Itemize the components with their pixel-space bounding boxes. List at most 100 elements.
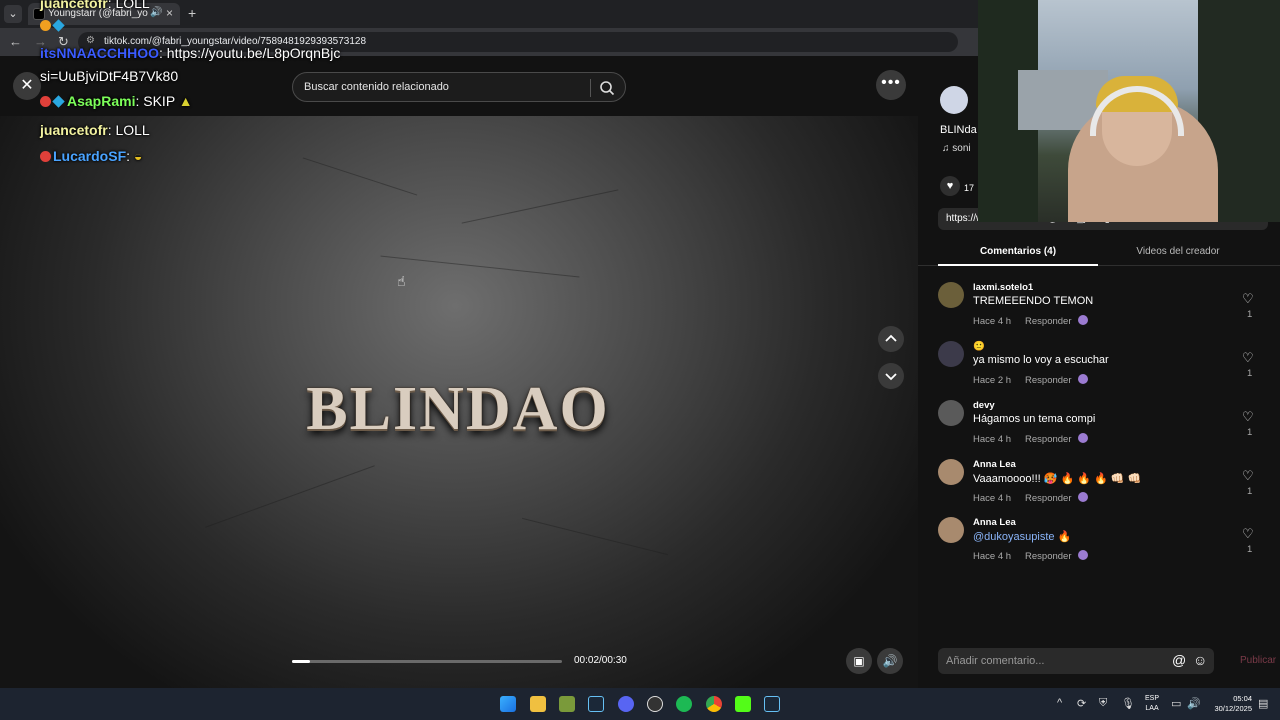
creator-name[interactable]: BLINda	[940, 124, 977, 136]
tab-comments[interactable]: Comentarios (4)	[938, 240, 1098, 266]
creator-liked-avatar	[1077, 374, 1088, 384]
avatar[interactable]	[938, 400, 964, 426]
creator-liked-avatar	[1077, 433, 1088, 443]
diamond-badge-icon	[52, 95, 65, 108]
reply-button[interactable]: Responder	[1025, 316, 1071, 327]
reply-button[interactable]: Responder	[1025, 434, 1071, 445]
security-icon[interactable]: ⛨	[1099, 697, 1107, 710]
mouse-cursor-icon: ☝	[397, 273, 406, 289]
steam-icon[interactable]	[588, 696, 604, 712]
avatar[interactable]	[938, 517, 964, 543]
comment-item: devy Hágamos un tema compi Hace 4 h Respo…	[938, 400, 1268, 454]
chat-message: itsNNAACCHHOO: https://youtu.be/L8pOrqnB…	[40, 45, 341, 61]
comment-like-count: 1	[1247, 486, 1253, 497]
network-icon[interactable]: ▭	[1171, 697, 1181, 710]
comment-item: laxmi.sotelo1 TREMEEENDO TEMON Hace 4 hR…	[938, 282, 1268, 336]
creator-avatar[interactable]	[940, 86, 968, 114]
microphone-icon[interactable]: 🎙	[1121, 697, 1135, 710]
steam-icon[interactable]	[764, 696, 780, 712]
volume-icon[interactable]: 🔊	[877, 648, 903, 674]
emoji-icon[interactable]: ☺	[1193, 652, 1207, 668]
spotify-icon[interactable]	[676, 696, 692, 712]
add-comment-input[interactable]	[938, 648, 1158, 674]
volume-icon[interactable]: 🔊	[1187, 697, 1201, 710]
discord-icon[interactable]	[618, 696, 634, 712]
chrome-icon[interactable]	[706, 696, 722, 712]
chat-message-continuation: si=UuBjviDtF4B7Vk80	[40, 68, 179, 84]
miniplayer-icon[interactable]: ▣	[846, 648, 872, 674]
mod-badge-icon	[40, 96, 51, 107]
next-video-button[interactable]	[878, 363, 904, 389]
video-frame[interactable]: BLINDAO	[0, 116, 918, 688]
comment-text: Vaaamoooo!!! 🥵 🔥 🔥 🔥 👊🏻 👊🏻	[973, 473, 1142, 485]
comment-item: Anna Lea @dukoyasupiste 🔥 Hace 4 h Respon…	[938, 517, 1268, 571]
mod-badge-icon	[40, 151, 51, 162]
sound-link[interactable]: ♫ soni	[942, 143, 971, 154]
comment-meta: Hace 2 h Responder	[973, 374, 1088, 386]
comment-like-count: 1	[1247, 309, 1253, 320]
more-options-button[interactable]: •••	[876, 70, 906, 100]
sync-icon[interactable]: ⟳	[1077, 697, 1086, 710]
notification-icon[interactable]: ▤	[1258, 697, 1268, 710]
comment-meta: Hace 4 h Responder	[973, 492, 1088, 504]
chat-badges	[40, 17, 67, 33]
windows-taskbar: ^ ⟳ ⛨ 🎙 ESP LAA ▭ 🔊 05:04 30/12/2025 ▤	[0, 688, 1280, 720]
minecraft-icon[interactable]	[559, 696, 575, 712]
comment-item: Anna Lea Vaaamoooo!!! 🥵 🔥 🔥 🔥 👊🏻 👊🏻 Hace…	[938, 459, 1268, 513]
avatar[interactable]	[938, 282, 964, 308]
chat-message: LucardoSF: ◒	[40, 148, 142, 164]
comment-meta: Hace 4 h Responder	[973, 433, 1088, 445]
chevron-up-icon[interactable]: ^	[1057, 697, 1062, 709]
stream-chat-overlay: juancetofr: LOLL itsNNAACCHHOO: https://…	[0, 0, 380, 180]
obs-icon[interactable]	[647, 696, 663, 712]
comment-like-count: 1	[1247, 544, 1253, 555]
search-icon[interactable]	[596, 77, 618, 99]
chat-message: juancetofr: LOLL	[40, 122, 150, 138]
video-progress-fill	[292, 660, 311, 663]
heart-icon[interactable]: ♡	[1242, 526, 1254, 542]
heart-icon[interactable]: ♡	[1242, 350, 1254, 366]
mention-icon[interactable]: @	[1172, 652, 1186, 668]
comment-text: ya mismo lo voy a escuchar	[973, 354, 1109, 366]
file-explorer-icon[interactable]	[530, 696, 546, 712]
windows-start-icon[interactable]	[500, 696, 516, 712]
video-progress-bar[interactable]	[292, 660, 562, 663]
comment-item: 🙂 ya mismo lo voy a escuchar Hace 2 h Res…	[938, 341, 1268, 395]
comment-user[interactable]: devy	[973, 400, 995, 411]
avatar[interactable]	[938, 459, 964, 485]
webcam-overlay	[978, 0, 1280, 222]
avatar[interactable]	[938, 341, 964, 367]
comment-like-count: 1	[1247, 427, 1253, 438]
video-title-text: BLINDAO	[306, 375, 610, 443]
previous-video-button[interactable]	[878, 326, 904, 352]
reply-button[interactable]: Responder	[1025, 493, 1071, 504]
reply-button[interactable]: Responder	[1025, 375, 1071, 386]
comment-user[interactable]: Anna Lea	[973, 517, 1016, 528]
like-count: 17	[964, 183, 975, 193]
comment-user[interactable]: 🙂	[973, 341, 985, 352]
comment-meta: Hace 4 h Responder	[973, 550, 1088, 562]
heart-icon[interactable]: ♡	[1242, 291, 1254, 307]
kick-icon[interactable]	[735, 696, 751, 712]
tab-creator-videos[interactable]: Videos del creador	[1098, 240, 1258, 266]
heart-icon[interactable]: ♡	[1242, 468, 1254, 484]
comment-user[interactable]: Anna Lea	[973, 459, 1016, 470]
language-indicator[interactable]: ESP LAA	[1145, 694, 1159, 714]
search-divider	[590, 79, 591, 97]
panel-tabs: Comentarios (4) Videos del creador	[918, 240, 1280, 266]
heart-icon[interactable]: ♥	[940, 176, 960, 196]
publish-button[interactable]: Publicar	[1240, 655, 1276, 666]
add-comment-box: @ ☺	[938, 648, 1214, 674]
reply-button[interactable]: Responder	[1025, 551, 1071, 562]
creator-liked-avatar	[1077, 550, 1088, 560]
comment-text: TREMEEENDO TEMON	[973, 295, 1094, 307]
system-clock[interactable]: 05:04 30/12/2025	[1210, 694, 1252, 714]
diamond-badge-icon	[52, 19, 65, 32]
comment-text: Hágamos un tema compi	[973, 413, 1096, 425]
heart-icon[interactable]: ♡	[1242, 409, 1254, 425]
chevron-up-icon	[885, 334, 897, 342]
comment-user[interactable]: laxmi.sotelo1	[973, 282, 1033, 293]
comment-meta: Hace 4 h Responder	[973, 315, 1088, 327]
comment-like-count: 1	[1247, 368, 1253, 379]
chat-message: juancetofr: LOLL	[40, 0, 150, 11]
